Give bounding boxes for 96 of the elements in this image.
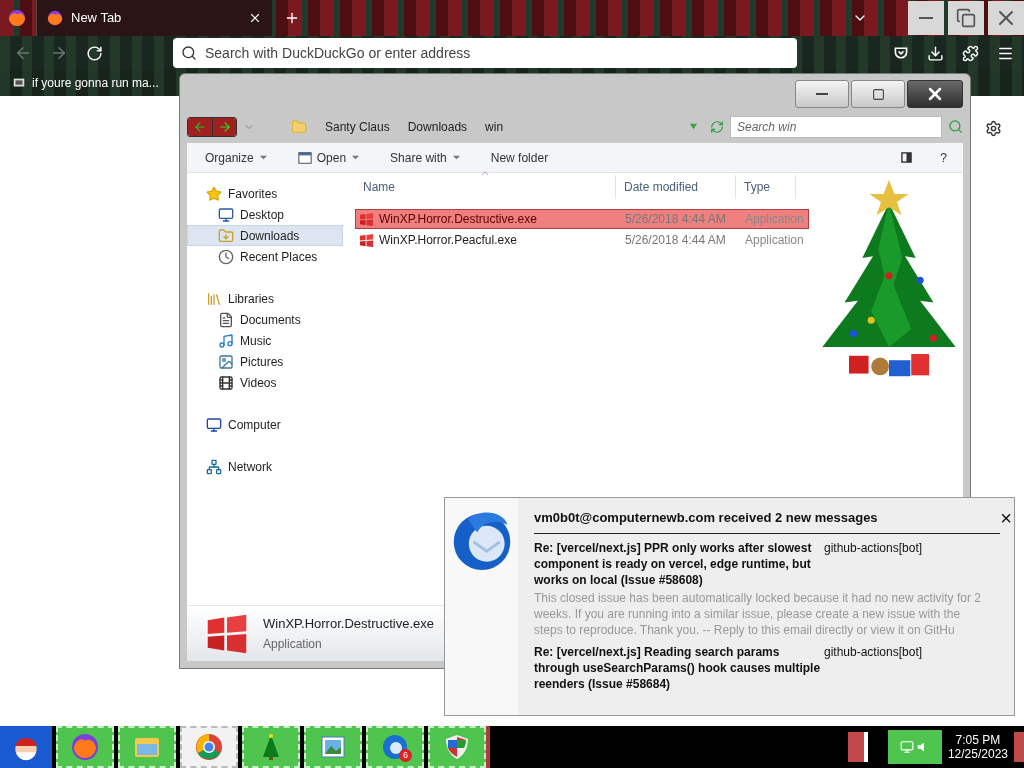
address-field[interactable]: Search with DuckDuckGo or enter address (173, 38, 797, 68)
document-icon (218, 311, 234, 328)
toolbar-button[interactable]: New folder (490, 148, 549, 167)
forward-icon[interactable] (50, 44, 68, 62)
minimize-button[interactable] (908, 1, 944, 35)
sidebar-item[interactable]: Favorites (187, 183, 343, 204)
sort-caret-icon (481, 171, 489, 176)
browser-tab[interactable]: New Tab (36, 0, 272, 36)
sidebar-item[interactable]: Music (187, 330, 343, 351)
sidebar-item[interactable]: Desktop (187, 204, 343, 225)
preview-pane-icon[interactable] (901, 152, 913, 163)
column-header[interactable]: Date modified (616, 175, 736, 199)
file-row[interactable]: WinXP.Horror.Destructive.exe 5/26/2018 4:44 AM Application (355, 209, 809, 229)
taskbar-button[interactable]: 6 (366, 726, 424, 768)
message-sender: github-actions[bot] (824, 539, 923, 557)
breadcrumb-item[interactable]: Downloads (407, 117, 468, 136)
library-icon (206, 290, 222, 307)
toolbar-button[interactable]: Open (297, 148, 361, 167)
minimize-button[interactable] (795, 80, 849, 108)
notification-title: vm0b0t@computernewb.com received 2 new messages (534, 509, 879, 527)
start-button[interactable] (0, 726, 52, 768)
breadcrumb-item[interactable]: win (485, 117, 504, 136)
message-subject[interactable]: Re: [vercel/next.js] Reading search params through useSearchParams() hook causes multiple reenders (Issue #58684) (534, 643, 824, 692)
taskbar-button[interactable] (180, 726, 238, 768)
message-subject[interactable]: Re: [vercel/next.js] PPR only works after slowest component is ready on vercel, edge runtime, but works on local (Issue #58608) (534, 539, 824, 588)
details-name: WinXP.Horror.Destructive.exe (263, 614, 434, 633)
file-name: WinXP.Horror.Peacful.exe (379, 232, 517, 249)
minimize-icon (919, 17, 933, 19)
help-button[interactable]: ? (940, 148, 947, 167)
file-date: 5/26/2018 4:44 AM (624, 211, 727, 228)
column-header[interactable]: Type (736, 175, 796, 199)
mail-icon (380, 732, 410, 762)
monitor-icon (218, 206, 234, 223)
browser-logo-icon (8, 9, 26, 27)
close-button[interactable] (907, 80, 963, 108)
sidebar-item[interactable]: Recent Places (187, 246, 343, 267)
maximize-button[interactable] (851, 80, 905, 108)
sidebar-item[interactable]: Pictures (187, 351, 343, 372)
forward-button[interactable] (212, 117, 236, 136)
download-icon[interactable] (927, 44, 944, 62)
breadcrumb-item[interactable]: Santy Claus (325, 117, 390, 136)
toolbar-button[interactable]: Organize (205, 148, 268, 167)
network-icon (206, 458, 222, 475)
sidebar-item[interactable]: Libraries (187, 288, 343, 309)
picture-icon (218, 353, 234, 370)
music-icon (218, 332, 234, 349)
back-button[interactable] (188, 117, 212, 136)
sidebar-item[interactable]: Downloads (187, 225, 343, 246)
forward-icon (217, 119, 232, 134)
window-icon (297, 150, 312, 165)
close-icon[interactable] (248, 11, 262, 25)
new-tab-icon[interactable] (284, 10, 300, 26)
back-icon[interactable] (14, 44, 32, 62)
application-icon (359, 232, 374, 248)
minimize-icon (816, 93, 828, 95)
restore-icon (956, 8, 976, 28)
back-icon (193, 119, 207, 134)
message-preview: This closed issue has been automatically locked because it had no new activity for 2 weeks. If you are running into a similar issue, please create a new issue with the steps to reproduce. Thank you. -- Reply to this email directly or view it on GitHu (534, 589, 982, 638)
pocket-icon[interactable] (893, 45, 909, 61)
computer-icon (206, 416, 222, 433)
restore-button[interactable] (948, 1, 984, 35)
sidebar-item[interactable]: Network (187, 456, 343, 477)
bookmark-item[interactable]: if youre gonna run ma... (12, 74, 159, 92)
computer-icon (12, 76, 26, 90)
tray-handle[interactable] (847, 732, 868, 762)
sidebar-item[interactable]: Videos (187, 372, 343, 393)
settings-icon[interactable] (985, 120, 1002, 137)
star-icon (206, 185, 222, 202)
toolbar-button[interactable]: Share with (390, 148, 461, 167)
extensions-icon[interactable] (962, 44, 979, 62)
application-icon (359, 211, 374, 227)
column-header[interactable]: Name (355, 175, 616, 199)
browser-icon (194, 732, 224, 762)
browser-logo-icon (47, 10, 63, 26)
search-field[interactable]: Search win (730, 115, 942, 138)
sidebar-item[interactable]: Computer (187, 414, 343, 435)
details-type: Application (263, 636, 323, 654)
notification-badge: 6 (399, 749, 412, 762)
clock-icon (218, 248, 234, 265)
file-type: Application (744, 232, 804, 249)
search-icon (181, 45, 197, 61)
message-sender: github-actions[bot] (824, 643, 923, 661)
close-button[interactable]: × (1000, 509, 1012, 526)
maximize-icon (871, 87, 885, 101)
file-name: WinXP.Horror.Destructive.exe (379, 211, 537, 228)
file-date: 5/26/2018 4:44 AM (624, 232, 727, 249)
clock-time: 7:05 PM (955, 733, 1001, 747)
folder-icon (291, 118, 307, 135)
file-row[interactable]: WinXP.Horror.Peacful.exe 5/26/2018 4:44 AM Application (355, 230, 809, 250)
file-type: Application (744, 211, 804, 228)
film-icon (218, 374, 234, 391)
clock-date: 12/25/2023 (947, 747, 1008, 761)
reload-icon[interactable] (86, 44, 103, 62)
folder-icon (218, 227, 234, 244)
browser-icon (70, 732, 100, 762)
sidebar-item[interactable]: Documents (187, 309, 343, 330)
